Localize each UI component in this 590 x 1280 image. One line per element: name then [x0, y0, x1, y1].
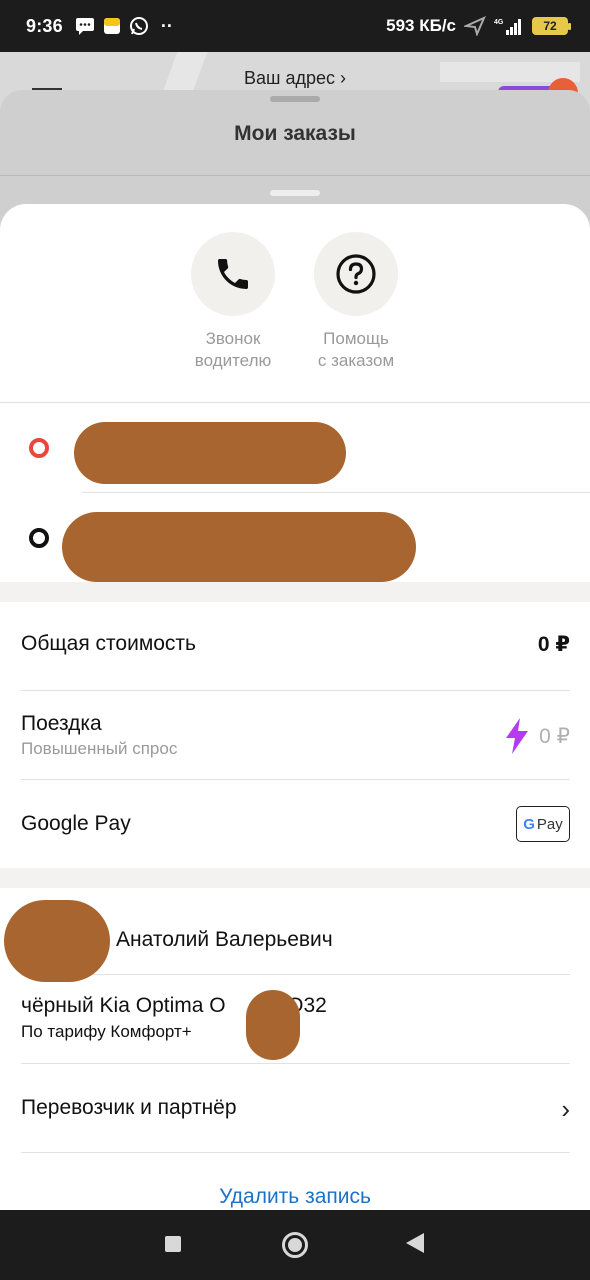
google-pay-badge: G Pay: [516, 806, 570, 842]
pickup-point-icon: [29, 438, 49, 458]
message-icon: [75, 18, 94, 35]
navigation-icon: [464, 16, 486, 36]
status-right: 593 КБ/с 4G 72: [386, 16, 571, 36]
yandex-go-icon: [103, 18, 120, 34]
surge-bolt-icon: [506, 718, 528, 754]
divider: [21, 690, 570, 691]
trip-row: Поездка Повышенный спрос 0 ₽: [21, 712, 570, 759]
divider: [0, 175, 590, 176]
divider: [82, 492, 590, 493]
call-driver-label: Звонок водителю: [194, 329, 272, 370]
trip-value: 0 ₽: [539, 725, 570, 748]
payment-method-row[interactable]: Google Pay G Pay: [21, 800, 570, 866]
network-speed: 593 КБ/с: [386, 16, 456, 35]
divider: [21, 1063, 570, 1064]
driver-surname-redacted: [4, 900, 110, 982]
status-bar: 9:36 ·· 593 КБ/с 4G 72: [0, 0, 590, 52]
drag-handle[interactable]: [270, 190, 320, 196]
whatsapp-icon: [129, 17, 148, 35]
section-separator: [0, 582, 590, 602]
pickup-address-redacted: [74, 422, 346, 484]
total-cost-row: Общая стоимость 0 ₽: [21, 632, 570, 656]
orders-title: Мои заказы: [234, 122, 356, 145]
destination-address-redacted: [62, 512, 416, 582]
route-section: [0, 402, 590, 582]
order-help-label: Помощь с заказом: [317, 329, 395, 370]
recent-apps-icon[interactable]: [165, 1236, 181, 1252]
back-icon[interactable]: [406, 1233, 424, 1253]
car-model: чёрный Kia Optima О: [21, 994, 226, 1017]
divider: [21, 974, 570, 975]
status-time: 9:36: [26, 15, 63, 36]
battery-icon: 72: [532, 17, 571, 35]
order-help-button[interactable]: Помощь с заказом: [286, 232, 426, 372]
quick-actions: Звонок водителю Помощь с заказом: [0, 204, 590, 402]
call-driver-button[interactable]: Звонок водителю: [163, 232, 303, 372]
order-help-circle[interactable]: [314, 232, 398, 316]
delete-record-link[interactable]: Удалить запись: [0, 1185, 590, 1209]
surge-label: Повышенный спрос: [21, 739, 178, 758]
carrier-partner-row[interactable]: Перевозчик и партнёр ›: [21, 1084, 570, 1150]
drag-handle[interactable]: [270, 96, 320, 102]
google-pay-badge-text: Pay: [536, 815, 563, 833]
home-icon[interactable]: [282, 1232, 308, 1258]
call-driver-circle[interactable]: [191, 232, 275, 316]
google-g-icon: G: [523, 815, 535, 833]
total-cost-label: Общая стоимость: [21, 632, 196, 655]
phone-icon: [218, 259, 248, 289]
destination-point-icon: [29, 528, 49, 548]
carrier-partner-label: Перевозчик и партнёр: [21, 1096, 237, 1119]
signal-icon: 4G: [494, 19, 521, 35]
trip-label: Поездка: [21, 712, 102, 735]
svg-text:4G: 4G: [494, 19, 504, 26]
total-cost-value: 0 ₽: [537, 633, 570, 656]
notification-icons: ··: [75, 16, 173, 37]
divider: [21, 779, 570, 780]
chevron-right-icon: ›: [561, 1094, 570, 1124]
payment-method-label: Google Pay: [21, 812, 131, 835]
driver-name-visible: Анатолий Валерьевич: [116, 928, 333, 951]
divider: [21, 1152, 570, 1153]
help-icon: [336, 254, 376, 294]
section-separator: [0, 868, 590, 888]
car-plate-redacted: [246, 990, 300, 1060]
order-details-sheet: Звонок водителю Помощь с заказом Общая с…: [0, 204, 590, 1210]
more-notifications-icon: ··: [160, 15, 173, 36]
android-nav-bar: [0, 1210, 590, 1280]
